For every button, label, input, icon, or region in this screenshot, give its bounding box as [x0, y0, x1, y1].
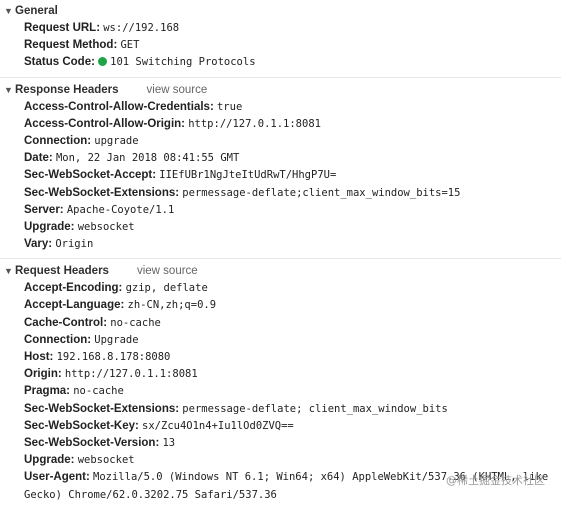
header-row: Connection: Upgrade [24, 332, 561, 349]
header-row: Vary: Origin [24, 236, 561, 253]
general-row-request-method: Request Method: GET [24, 37, 561, 54]
header-value: permessage-deflate; client_max_window_bi… [182, 402, 448, 415]
header-row: Pragma: no-cache [24, 383, 561, 400]
request-method-value: GET [120, 39, 140, 52]
header-key: User-Agent: [24, 471, 90, 484]
header-row: Host: 192.168.8.178:8080 [24, 349, 561, 366]
header-value: 13 [162, 436, 176, 449]
request-url-key: Request URL: [24, 22, 101, 34]
general-row-request-url: Request URL: ws://192.168 [24, 20, 561, 37]
header-row: Sec-WebSocket-Key: sx/Zcu4O1n4+Iu1lOd0ZV… [24, 418, 561, 435]
header-value: gzip, deflate [125, 282, 208, 295]
header-value: 192.168.8.178:8080 [56, 351, 171, 363]
header-row: Upgrade: websocket [24, 452, 561, 469]
header-value: permessage-deflate;client_max_window_bit… [182, 186, 461, 199]
header-key: Server: [24, 203, 64, 216]
header-value: upgrade [94, 134, 139, 147]
header-value: true [216, 100, 243, 113]
watermark: @稀土掘金技术社区 [446, 474, 545, 487]
header-key: Date: [24, 152, 53, 165]
general-section: ▼ General Request URL: ws://192.168 Requ… [0, 0, 561, 78]
header-key: Connection: [24, 134, 92, 147]
header-row: Sec-WebSocket-Version: 13 [24, 435, 561, 452]
header-key: Cache-Control: [24, 316, 108, 329]
header-row: Accept-Language: zh-CN,zh;q=0.9 [24, 297, 561, 314]
header-value: http://127.0.1.1:8081 [188, 117, 321, 130]
response-headers-section: ▼ Response Headers view source Access-Co… [0, 82, 561, 260]
header-row: Origin: http://127.0.1.1:8081 [24, 366, 561, 383]
response-headers-title: Response Headers [15, 83, 119, 96]
triangle-down-icon[interactable]: ▼ [4, 263, 14, 280]
general-rows: Request URL: ws://192.168 Request Method… [0, 20, 561, 72]
section-divider [0, 76, 561, 78]
header-value: http://127.0.1.1:8081 [64, 368, 198, 381]
header-key: Access-Control-Allow-Credentials: [24, 100, 214, 113]
header-row: Sec-WebSocket-Extensions: permessage-def… [24, 185, 561, 202]
header-value: Origin [55, 238, 94, 251]
request-view-source-link[interactable]: view source [137, 263, 198, 280]
request-headers-rows: Accept-Encoding: gzip, deflate Accept-La… [0, 280, 561, 503]
header-row: Upgrade: websocket [24, 219, 561, 236]
general-header[interactable]: ▼ General [0, 3, 561, 20]
request-headers-section: ▼ Request Headers view source Accept-Enc… [0, 263, 561, 503]
header-value: no-cache [73, 385, 124, 398]
header-row: Server: Apache-Coyote/1.1 [24, 202, 561, 219]
header-key: Access-Control-Allow-Origin: [24, 117, 186, 130]
header-row: Sec-WebSocket-Extensions: permessage-def… [24, 401, 561, 418]
status-dot-icon [98, 57, 108, 67]
header-row: Cache-Control: no-cache [24, 315, 561, 332]
header-value: IIEfUBr1NgJteItUdRwT/HhgP7U= [159, 169, 337, 182]
header-key: Origin: [24, 368, 62, 381]
section-divider [0, 258, 561, 260]
header-key: Vary: [24, 238, 53, 251]
general-title: General [15, 5, 58, 17]
header-key: Accept-Encoding: [24, 282, 123, 295]
header-value: sx/Zcu4O1n4+Iu1lOd0ZVQ== [142, 419, 294, 432]
request-headers-header[interactable]: ▼ Request Headers view source [0, 263, 561, 280]
request-method-key: Request Method: [24, 39, 118, 52]
general-row-status-code: Status Code: 101 Switching Protocols [24, 54, 561, 71]
header-value: no-cache [110, 316, 161, 329]
request-url-value: ws://192.168 [103, 22, 180, 34]
header-key: Sec-WebSocket-Key: [24, 419, 139, 432]
triangle-down-icon[interactable]: ▼ [4, 3, 14, 20]
header-value: Apache-Coyote/1.1 [66, 203, 175, 216]
response-view-source-link[interactable]: view source [147, 82, 208, 99]
header-row: Accept-Encoding: gzip, deflate [24, 280, 561, 297]
header-value: Mon, 22 Jan 2018 08:41:55 GMT [55, 152, 240, 165]
header-row: Access-Control-Allow-Origin: http://127.… [24, 116, 561, 133]
header-key: Sec-WebSocket-Extensions: [24, 402, 180, 415]
header-key: Sec-WebSocket-Extensions: [24, 186, 180, 199]
header-key: Connection: [24, 333, 92, 346]
header-key: Sec-WebSocket-Accept: [24, 169, 157, 182]
header-value: Upgrade [94, 333, 139, 346]
header-key: Sec-WebSocket-Version: [24, 436, 160, 449]
header-value: websocket [77, 454, 135, 467]
header-row: Sec-WebSocket-Accept: IIEfUBr1NgJteItUdR… [24, 167, 561, 184]
request-headers-title: Request Headers [15, 265, 109, 278]
header-row: Access-Control-Allow-Credentials: true [24, 99, 561, 116]
header-key: Host: [24, 351, 54, 363]
header-key: Upgrade: [24, 220, 75, 233]
header-value: websocket [77, 220, 135, 233]
status-code-key: Status Code: [24, 56, 95, 69]
response-headers-header[interactable]: ▼ Response Headers view source [0, 82, 561, 99]
header-key: Pragma: [24, 385, 71, 398]
header-row: Date: Mon, 22 Jan 2018 08:41:55 GMT [24, 150, 561, 167]
header-key: Accept-Language: [24, 299, 125, 312]
triangle-down-icon[interactable]: ▼ [4, 82, 14, 99]
header-value: zh-CN,zh;q=0.9 [127, 299, 217, 312]
header-row: Connection: upgrade [24, 133, 561, 150]
header-key: Upgrade: [24, 454, 75, 467]
status-code-value: 101 Switching Protocols [110, 56, 256, 69]
response-headers-rows: Access-Control-Allow-Credentials: true A… [0, 99, 561, 254]
